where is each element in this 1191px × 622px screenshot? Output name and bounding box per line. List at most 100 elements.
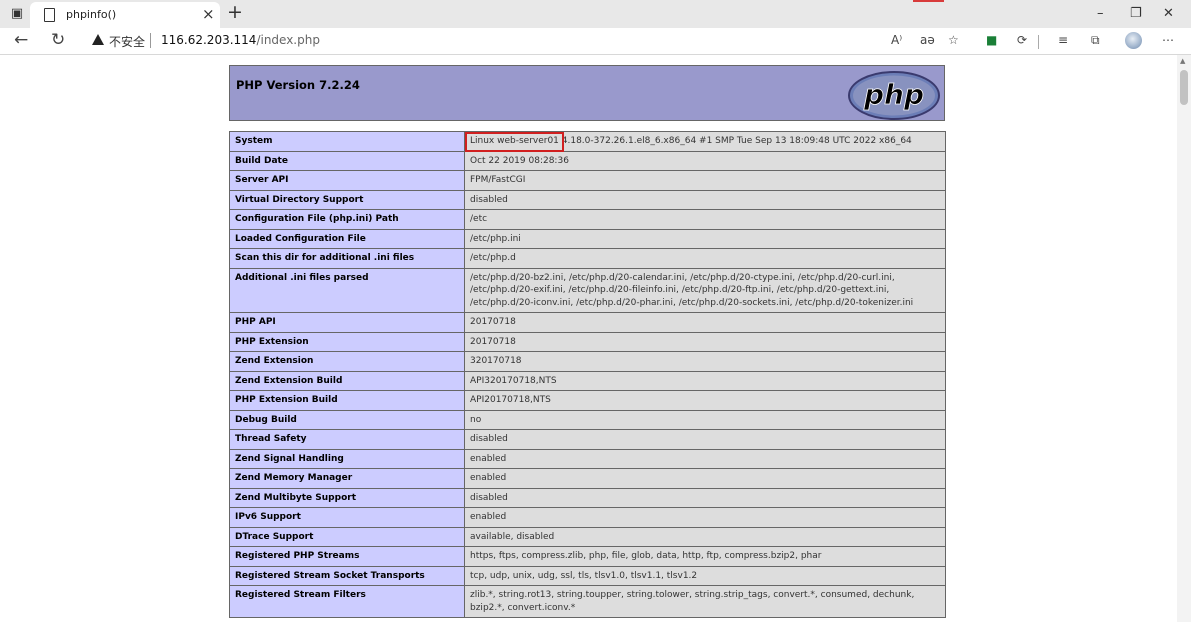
row-key: Configuration File (php.ini) Path bbox=[229, 209, 465, 230]
back-icon[interactable]: ← bbox=[14, 30, 28, 50]
page-icon bbox=[44, 8, 55, 22]
table-row: Zend Extension Build API320170718,NTS bbox=[229, 370, 946, 391]
minimize-icon[interactable]: – bbox=[1097, 6, 1104, 21]
row-value: disabled bbox=[464, 487, 946, 508]
row-key: Zend Multibyte Support bbox=[229, 487, 465, 508]
address-divider bbox=[150, 33, 151, 48]
row-key: PHP Extension Build bbox=[229, 390, 465, 411]
row-value: available, disabled bbox=[464, 526, 946, 547]
row-value: FPM/FastCGI bbox=[464, 170, 946, 191]
row-value: Linux web-server01 4.18.0-372.26.1.el8_6… bbox=[464, 131, 946, 152]
row-key: Build Date bbox=[229, 150, 465, 171]
table-row: Zend Multibyte Support disabled bbox=[229, 487, 946, 508]
close-tab-icon[interactable]: × bbox=[202, 5, 215, 23]
tab-bar: ▣ phpinfo() × + – ❐ ✕ bbox=[0, 0, 1191, 28]
tab-title: phpinfo() bbox=[66, 8, 117, 21]
row-key: Registered Stream Filters bbox=[229, 585, 465, 618]
row-value: 20170718 bbox=[464, 331, 946, 352]
read-aloud-icon[interactable]: A⁾ bbox=[891, 33, 902, 47]
toolbar-divider bbox=[1038, 35, 1039, 49]
row-value: API320170718,NTS bbox=[464, 370, 946, 391]
row-key: System bbox=[229, 131, 465, 152]
refresh-icon[interactable]: ↻ bbox=[51, 30, 65, 50]
row-key: Zend Memory Manager bbox=[229, 468, 465, 489]
row-value: disabled bbox=[464, 189, 946, 210]
favorite-add-icon[interactable]: ☆ bbox=[948, 33, 959, 47]
browser-tab[interactable]: phpinfo() × bbox=[30, 2, 220, 28]
table-row: Loaded Configuration File/etc/php.ini bbox=[229, 228, 946, 249]
table-row: Zend Extension 320170718 bbox=[229, 351, 946, 372]
extension-icon[interactable]: ■ bbox=[986, 33, 997, 47]
row-key: Additional .ini files parsed bbox=[229, 267, 465, 313]
row-value: https, ftps, compress.zlib, php, file, g… bbox=[464, 546, 946, 567]
scroll-thumb[interactable] bbox=[1180, 70, 1188, 105]
row-value: disabled bbox=[464, 429, 946, 450]
table-row: Server API FPM/FastCGI bbox=[229, 170, 946, 191]
indicator-strip bbox=[913, 0, 944, 2]
php-logo-text: php bbox=[863, 78, 924, 111]
table-row: Build Date Oct 22 2019 08:28:36 bbox=[229, 150, 946, 171]
table-row: Additional .ini files parsed/etc/php.d/2… bbox=[229, 267, 946, 313]
row-value: 320170718 bbox=[464, 351, 946, 372]
row-value: /etc bbox=[464, 209, 946, 230]
table-row: Thread Safety disabled bbox=[229, 429, 946, 450]
table-row: Registered Stream Filters zlib.*, string.… bbox=[229, 585, 946, 618]
url-path: /index.php bbox=[256, 33, 320, 47]
table-row: Debug Build no bbox=[229, 409, 946, 430]
row-value: enabled bbox=[464, 468, 946, 489]
translate-icon[interactable]: aə bbox=[920, 33, 935, 47]
table-row: IPv6 Support enabled bbox=[229, 507, 946, 528]
row-key: Thread Safety bbox=[229, 429, 465, 450]
php-logo: php bbox=[848, 71, 940, 120]
table-row: PHP Extension Build API20170718,NTS bbox=[229, 390, 946, 411]
table-row: Registered PHP Streams https, ftps, compr… bbox=[229, 546, 946, 567]
row-key: PHP API bbox=[229, 312, 465, 333]
row-value: /etc/php.d/20-bz2.ini, /etc/php.d/20-cal… bbox=[464, 267, 946, 313]
row-value: enabled bbox=[464, 507, 946, 528]
row-value: 20170718 bbox=[464, 312, 946, 333]
table-row: Virtual Directory Support disabled bbox=[229, 189, 946, 210]
scrollbar[interactable]: ▲ bbox=[1177, 55, 1191, 622]
row-value: API20170718,NTS bbox=[464, 390, 946, 411]
address-bar: ← ↻ 不安全 116.62.203.114/index.php A⁾ aə ☆… bbox=[0, 28, 1191, 55]
row-value: tcp, udp, unix, udg, ssl, tls, tlsv1.0, … bbox=[464, 565, 946, 586]
row-key: IPv6 Support bbox=[229, 507, 465, 528]
row-key: Registered Stream Socket Transports bbox=[229, 565, 465, 586]
url-field[interactable]: 116.62.203.114/index.php bbox=[161, 33, 320, 47]
more-menu-icon[interactable]: ⋯ bbox=[1162, 33, 1174, 47]
tab-actions-icon[interactable]: ▣ bbox=[6, 4, 28, 24]
row-key: Zend Extension bbox=[229, 351, 465, 372]
row-key: Loaded Configuration File bbox=[229, 228, 465, 249]
warning-icon[interactable] bbox=[92, 34, 104, 45]
refresh-extension-icon[interactable]: ⟳ bbox=[1017, 33, 1027, 47]
new-tab-icon[interactable]: + bbox=[227, 1, 243, 23]
table-row: Zend Memory Manager enabled bbox=[229, 468, 946, 489]
profile-avatar[interactable] bbox=[1125, 32, 1142, 49]
table-row: Configuration File (php.ini) Path/etc bbox=[229, 209, 946, 230]
row-value: no bbox=[464, 409, 946, 430]
row-key: DTrace Support bbox=[229, 526, 465, 547]
row-key: Registered PHP Streams bbox=[229, 546, 465, 567]
table-row: PHP API 20170718 bbox=[229, 312, 946, 333]
row-key: Server API bbox=[229, 170, 465, 191]
row-value: /etc/php.d bbox=[464, 248, 946, 269]
window-close-icon[interactable]: ✕ bbox=[1163, 6, 1174, 21]
row-key: Zend Extension Build bbox=[229, 370, 465, 391]
favorites-icon[interactable]: ≡ bbox=[1058, 33, 1068, 47]
row-value: enabled bbox=[464, 448, 946, 469]
phpinfo-table: System Linux web-server01 4.18.0-372.26.1… bbox=[229, 131, 946, 618]
table-row: System Linux web-server01 4.18.0-372.26.1… bbox=[229, 131, 946, 152]
row-key: Scan this dir for additional .ini files bbox=[229, 248, 465, 269]
php-header: PHP Version 7.2.24 php bbox=[229, 65, 945, 121]
collections-icon[interactable]: ⧉ bbox=[1091, 33, 1100, 48]
row-value: Oct 22 2019 08:28:36 bbox=[464, 150, 946, 171]
table-row: DTrace Support available, disabled bbox=[229, 526, 946, 547]
row-key: PHP Extension bbox=[229, 331, 465, 352]
restore-icon[interactable]: ❐ bbox=[1130, 6, 1142, 21]
table-row: Registered Stream Socket Transports tcp, … bbox=[229, 565, 946, 586]
scroll-up-icon[interactable]: ▲ bbox=[1180, 57, 1185, 65]
table-row: Scan this dir for additional .ini files /… bbox=[229, 248, 946, 269]
security-label[interactable]: 不安全 bbox=[109, 33, 145, 50]
row-value: zlib.*, string.rot13, string.toupper, st… bbox=[464, 585, 946, 618]
url-host: 116.62.203.114 bbox=[161, 33, 257, 47]
